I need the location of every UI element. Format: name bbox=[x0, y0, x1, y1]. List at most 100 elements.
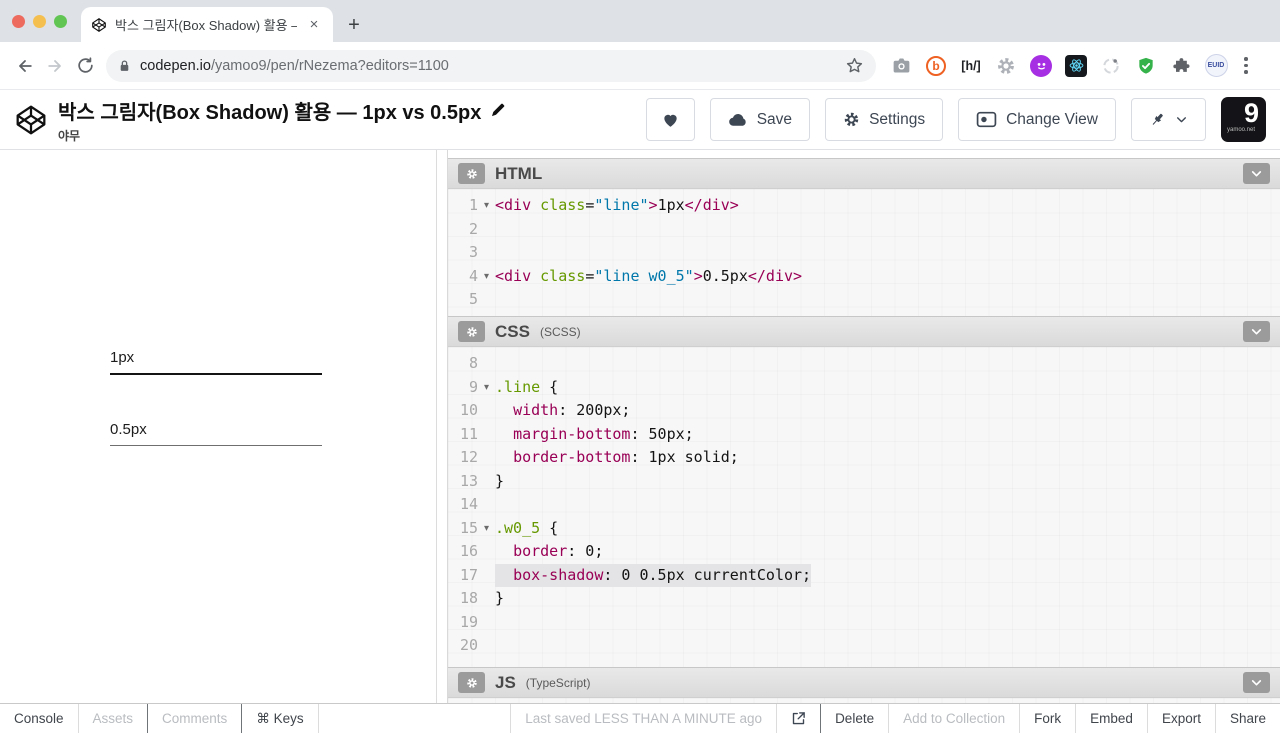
line-number: 12 bbox=[459, 448, 478, 466]
comments-button[interactable]: Comments bbox=[148, 704, 243, 733]
close-window-button[interactable] bbox=[12, 14, 25, 28]
embed-button[interactable]: Embed bbox=[1075, 704, 1147, 733]
code-line[interactable]: 17 box-shadow: 0 0.5px currentColor; bbox=[448, 563, 1280, 587]
avatar-site-label: yamoo.net bbox=[1227, 127, 1256, 133]
add-to-collection-button[interactable]: Add to Collection bbox=[888, 704, 1019, 733]
code-line[interactable]: 18} bbox=[448, 587, 1280, 611]
lighthouse-icon[interactable] bbox=[1098, 53, 1124, 79]
line-number: 10 bbox=[459, 401, 478, 419]
line-number: 1 bbox=[468, 196, 478, 214]
code-line[interactable]: 4 ▾ <div class="line w0_5">0.5px</div> bbox=[448, 265, 1280, 289]
css-collapse-chevron-icon[interactable] bbox=[1243, 321, 1270, 342]
code-line[interactable]: 12 border-bottom: 1px solid; bbox=[448, 446, 1280, 470]
codepen-favicon-icon bbox=[91, 17, 107, 33]
fold-gutter bbox=[478, 241, 495, 265]
pin-dropdown-button[interactable] bbox=[1131, 98, 1206, 141]
console-button[interactable]: Console bbox=[0, 704, 79, 733]
code-line[interactable]: 19 bbox=[448, 611, 1280, 635]
html-collapse-chevron-icon[interactable] bbox=[1243, 163, 1270, 184]
code-line[interactable]: 2 bbox=[448, 218, 1280, 242]
purple-assistant-icon[interactable] bbox=[1028, 53, 1054, 79]
browser-menu-icon[interactable] bbox=[1238, 57, 1254, 74]
settings-button[interactable]: Settings bbox=[825, 98, 944, 141]
reload-icon[interactable] bbox=[70, 51, 100, 81]
line-number: 19 bbox=[459, 612, 478, 631]
open-live-view-icon[interactable] bbox=[776, 704, 820, 733]
minimize-window-button[interactable] bbox=[33, 14, 46, 28]
save-button-label: Save bbox=[756, 110, 793, 128]
edit-title-pencil-icon[interactable] bbox=[490, 102, 506, 118]
css-settings-gear-icon[interactable] bbox=[458, 321, 485, 342]
fold-gutter bbox=[478, 399, 495, 423]
code-text: } bbox=[495, 589, 505, 607]
code-text: } bbox=[495, 471, 505, 490]
fork-button[interactable]: Fork bbox=[1019, 704, 1075, 733]
code-line[interactable]: 16 border: 0; bbox=[448, 540, 1280, 564]
split-resizer-handle[interactable] bbox=[437, 150, 447, 703]
share-button[interactable]: Share bbox=[1214, 704, 1280, 733]
fold-arrow-icon[interactable]: ▾ bbox=[478, 376, 495, 400]
code-line[interactable]: 5 bbox=[448, 288, 1280, 312]
code-text: border-bottom: 1px solid; bbox=[513, 448, 739, 466]
codepen-logo-icon[interactable] bbox=[14, 103, 48, 137]
code-line[interactable]: 14 bbox=[448, 493, 1280, 517]
export-button[interactable]: Export bbox=[1146, 704, 1215, 733]
pen-author[interactable]: 야무 bbox=[58, 127, 506, 144]
code-line[interactable]: 10 width: 200px; bbox=[448, 399, 1280, 423]
tab-close-icon[interactable]: × bbox=[305, 16, 323, 34]
fold-arrow-icon[interactable]: ▾ bbox=[478, 194, 495, 218]
keys-button[interactable]: ⌘ Keys bbox=[242, 704, 319, 733]
code-line[interactable]: 11 margin-bottom: 50px; bbox=[448, 423, 1280, 447]
url-path: /yamoo9/pen/rNezema?editors=1100 bbox=[210, 57, 449, 74]
code-line[interactable]: 20 bbox=[448, 634, 1280, 658]
profile-avatar[interactable]: 9 yamoo.net bbox=[1221, 97, 1266, 142]
url-domain: codepen.io bbox=[140, 57, 211, 74]
css-code-editor[interactable]: 8 9 ▾ .line {10 width: 200px; 11 margin-bott… bbox=[448, 347, 1280, 667]
puzzle-extension-icon[interactable] bbox=[1168, 53, 1194, 79]
line-number: 17 bbox=[459, 565, 478, 584]
fold-gutter bbox=[478, 493, 495, 517]
delete-button[interactable]: Delete bbox=[820, 704, 888, 733]
new-tab-button[interactable]: + bbox=[339, 10, 369, 40]
fold-gutter bbox=[478, 540, 495, 564]
h-brackets-icon[interactable]: [h/] bbox=[958, 53, 984, 79]
url-bar[interactable]: codepen.io/yamoo9/pen/rNezema?editors=11… bbox=[106, 49, 876, 82]
euid-icon[interactable]: EUID bbox=[1203, 53, 1229, 79]
html-settings-gear-icon[interactable] bbox=[458, 163, 485, 184]
bitly-icon[interactable]: b bbox=[923, 53, 949, 79]
line-number: 11 bbox=[459, 424, 478, 443]
js-settings-gear-icon[interactable] bbox=[458, 672, 485, 693]
code-line[interactable]: 1 ▾ <div class="line">1px</div> bbox=[448, 194, 1280, 218]
window-controls bbox=[0, 0, 81, 42]
preview-line-05px-label: 0.5px bbox=[110, 421, 147, 438]
shield-check-icon[interactable] bbox=[1133, 53, 1159, 79]
browser-tab[interactable]: 박스 그림자(Box Shadow) 활용 — × bbox=[81, 7, 333, 42]
footer-right-group: Last saved LESS THAN A MINUTE ago Delete… bbox=[510, 704, 1280, 733]
zoom-window-button[interactable] bbox=[54, 14, 67, 28]
gear-extension-icon[interactable] bbox=[993, 53, 1019, 79]
back-icon[interactable] bbox=[10, 51, 40, 81]
header-actions: Save Settings Change View 9 yamoo.net bbox=[645, 97, 1266, 142]
html-code-editor[interactable]: 1 ▾ <div class="line">1px</div> 2 3 4 ▾ <div cl… bbox=[448, 189, 1280, 316]
fold-gutter bbox=[478, 470, 495, 494]
code-line[interactable]: 3 bbox=[448, 241, 1280, 265]
code-text: margin-bottom: 50px; bbox=[513, 424, 694, 443]
line-number: 13 bbox=[459, 471, 478, 490]
code-line[interactable]: 13} bbox=[448, 470, 1280, 494]
code-line[interactable]: 15 ▾ .w0_5 { bbox=[448, 517, 1280, 541]
forward-icon[interactable] bbox=[40, 51, 70, 81]
code-text: <div class="line w0_5">0.5px</div> bbox=[495, 266, 803, 285]
love-button[interactable] bbox=[645, 98, 695, 141]
js-collapse-chevron-icon[interactable] bbox=[1243, 672, 1270, 693]
fold-arrow-icon[interactable]: ▾ bbox=[478, 517, 495, 541]
fold-arrow-icon[interactable]: ▾ bbox=[478, 265, 495, 289]
save-button[interactable]: Save bbox=[709, 98, 811, 141]
react-devtools-icon[interactable] bbox=[1063, 53, 1089, 79]
assets-button[interactable]: Assets bbox=[79, 704, 149, 733]
code-line[interactable]: 9 ▾ .line { bbox=[448, 376, 1280, 400]
change-view-button[interactable]: Change View bbox=[958, 98, 1116, 141]
camera-icon[interactable] bbox=[888, 53, 914, 79]
bookmark-star-icon[interactable] bbox=[845, 56, 864, 75]
code-line[interactable]: 8 bbox=[448, 352, 1280, 376]
line-number: 15 bbox=[459, 518, 478, 537]
